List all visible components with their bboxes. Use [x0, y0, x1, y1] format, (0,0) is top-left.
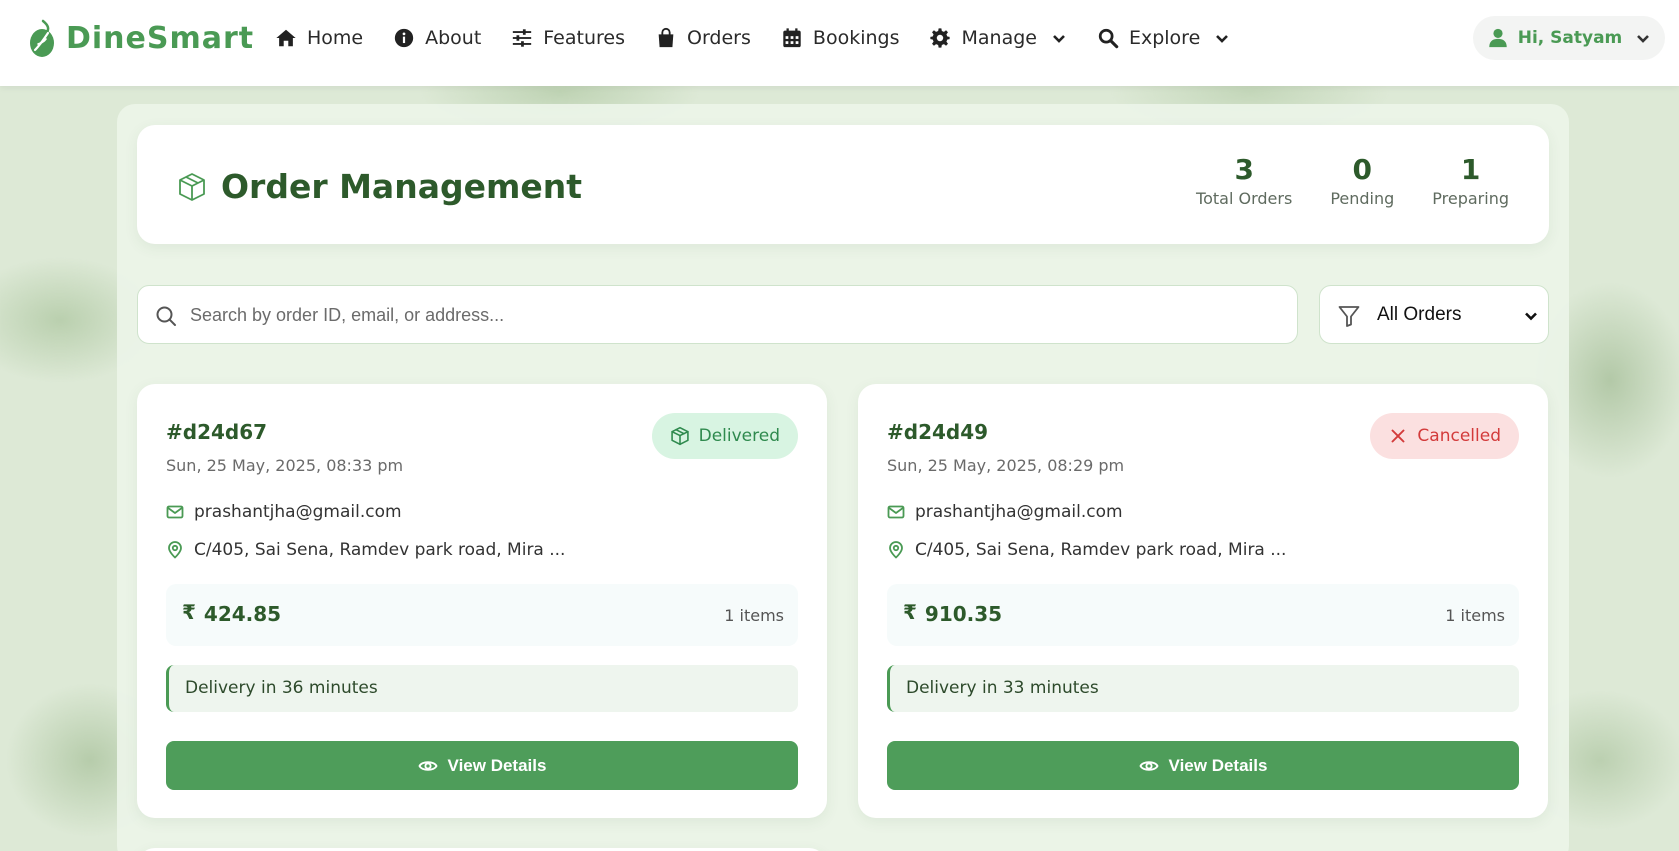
nav-item-bookings[interactable]: Bookings — [781, 27, 900, 49]
search-input[interactable] — [190, 296, 1280, 334]
order-amount: ₹ 424.85 — [182, 600, 282, 626]
nav-item-home[interactable]: Home — [275, 27, 363, 49]
brand[interactable]: DineSmart — [26, 17, 254, 59]
chevron-down-icon — [1053, 35, 1065, 43]
search-icon — [156, 306, 176, 326]
order-id: #d24d49 — [887, 420, 989, 444]
order-total: 910.35 — [924, 602, 1003, 626]
stat-pending: 0 Pending — [1330, 153, 1394, 208]
customer-email: prashantjha@gmail.com — [915, 502, 1123, 522]
delivery-eta-box: Delivery in 36 minutes — [166, 665, 798, 712]
view-details-button[interactable]: View Details — [166, 741, 798, 790]
nav-item-label: Home — [307, 27, 364, 49]
order-card: #d24d67 Sun, 25 May, 2025, 08:33 pm Deli… — [137, 384, 827, 818]
header-card: Order Management 3 Total Orders 0 Pendin… — [137, 125, 1549, 244]
page-title-wrap: Order Management — [177, 167, 582, 206]
user-menu-button[interactable]: Hi, Satyam — [1473, 16, 1665, 60]
order-stats: 3 Total Orders 0 Pending 1 Preparing — [1196, 153, 1509, 208]
order-id: #d24d67 — [166, 420, 268, 444]
chevron-down-icon — [1637, 35, 1650, 43]
search-box — [137, 285, 1298, 344]
order-card: #d24d49 Sun, 25 May, 2025, 08:29 pm Canc… — [858, 384, 1548, 818]
stat-value: 0 — [1352, 153, 1373, 186]
rupee-icon: ₹ — [182, 600, 196, 624]
nav-item-label: Manage — [961, 27, 1037, 49]
delivery-address-row: C/405, Sai Sena, Ramdev park road, Mira … — [887, 540, 1286, 560]
stat-total-orders: 3 Total Orders — [1196, 153, 1292, 208]
view-details-button[interactable]: View Details — [887, 741, 1519, 790]
user-greeting: Hi, Satyam — [1517, 28, 1623, 48]
status-badge: Delivered — [651, 413, 798, 459]
status-label: Cancelled — [1417, 426, 1501, 446]
order-amount-box: ₹ 424.85 1 items — [166, 584, 798, 646]
items-count: 1 items — [1445, 606, 1505, 625]
calendar-icon — [783, 28, 801, 48]
customer-email-row: prashantjha@gmail.com — [166, 502, 402, 522]
stat-value: 1 — [1460, 153, 1481, 186]
nav-item-label: Explore — [1128, 27, 1201, 49]
close-icon — [1391, 429, 1405, 443]
stat-label: Total Orders — [1196, 189, 1293, 208]
order-date: Sun, 25 May, 2025, 08:33 pm — [166, 456, 404, 475]
info-icon — [394, 28, 414, 48]
leaf-logo-icon — [30, 19, 54, 57]
stat-label: Preparing — [1432, 189, 1509, 208]
customer-email-row: prashantjha@gmail.com — [887, 502, 1123, 522]
eye-icon — [1138, 760, 1159, 771]
order-amount-box: ₹ 910.35 1 items — [887, 584, 1519, 646]
shopping-bag-icon — [658, 27, 674, 48]
order-date: Sun, 25 May, 2025, 08:29 pm — [887, 456, 1125, 475]
nav-item-manage[interactable]: Manage — [929, 27, 1066, 49]
view-details-label: View Details — [447, 755, 547, 775]
customer-email: prashantjha@gmail.com — [194, 502, 402, 522]
page-title: Order Management — [221, 167, 583, 206]
chevron-down-icon — [1216, 35, 1229, 43]
delivery-address: C/405, Sai Sena, Ramdev park road, Mira … — [194, 540, 566, 560]
stat-label: Pending — [1330, 189, 1395, 208]
delivery-eta: Delivery in 33 minutes — [906, 678, 1099, 698]
nav-item-label: About — [425, 27, 482, 49]
status-filter-select[interactable]: All Orders — [1319, 285, 1549, 344]
status-label: Delivered — [698, 426, 780, 446]
mail-icon — [887, 505, 905, 519]
nav-item-label: Bookings — [812, 27, 900, 49]
nav-item-features[interactable]: Features — [511, 27, 625, 49]
view-details-label: View Details — [1168, 755, 1268, 775]
home-icon — [276, 29, 296, 47]
filter-icon — [1338, 306, 1360, 327]
filter-selected-value: All Orders — [1377, 304, 1462, 325]
package-icon — [670, 426, 689, 446]
brand-name: DineSmart — [66, 20, 255, 56]
delivery-address-row: C/405, Sai Sena, Ramdev park road, Mira … — [166, 540, 565, 560]
gear-icon — [930, 28, 951, 48]
delivery-address: C/405, Sai Sena, Ramdev park road, Mira … — [915, 540, 1287, 560]
map-pin-icon — [889, 541, 903, 559]
nav-item-about[interactable]: About — [393, 27, 481, 49]
stat-preparing: 1 Preparing — [1432, 153, 1509, 208]
eye-icon — [417, 760, 438, 771]
order-total: 424.85 — [203, 602, 282, 626]
items-count: 1 items — [724, 606, 784, 625]
nav-menu: Home About Features Orders Bookings Mana… — [275, 22, 1260, 54]
mail-icon — [166, 505, 184, 519]
status-badge: Cancelled — [1370, 413, 1519, 459]
delivery-eta-box: Delivery in 33 minutes — [887, 665, 1519, 712]
search-icon — [1098, 28, 1119, 49]
nav-item-label: Features — [543, 27, 625, 49]
rupee-icon: ₹ — [903, 600, 917, 624]
nav-item-orders[interactable]: Orders — [655, 27, 751, 49]
package-icon — [179, 172, 205, 201]
chevron-down-icon — [1525, 312, 1537, 321]
user-icon — [1489, 28, 1507, 48]
navbar: DineSmart Home About Features Orders Boo… — [0, 0, 1679, 86]
nav-item-explore[interactable]: Explore — [1097, 27, 1230, 49]
map-pin-icon — [168, 541, 182, 559]
sliders-icon — [513, 29, 532, 47]
nav-item-label: Orders — [687, 27, 751, 49]
stat-value: 3 — [1234, 153, 1254, 186]
order-amount: ₹ 910.35 — [903, 600, 1003, 626]
delivery-eta: Delivery in 36 minutes — [185, 678, 378, 698]
